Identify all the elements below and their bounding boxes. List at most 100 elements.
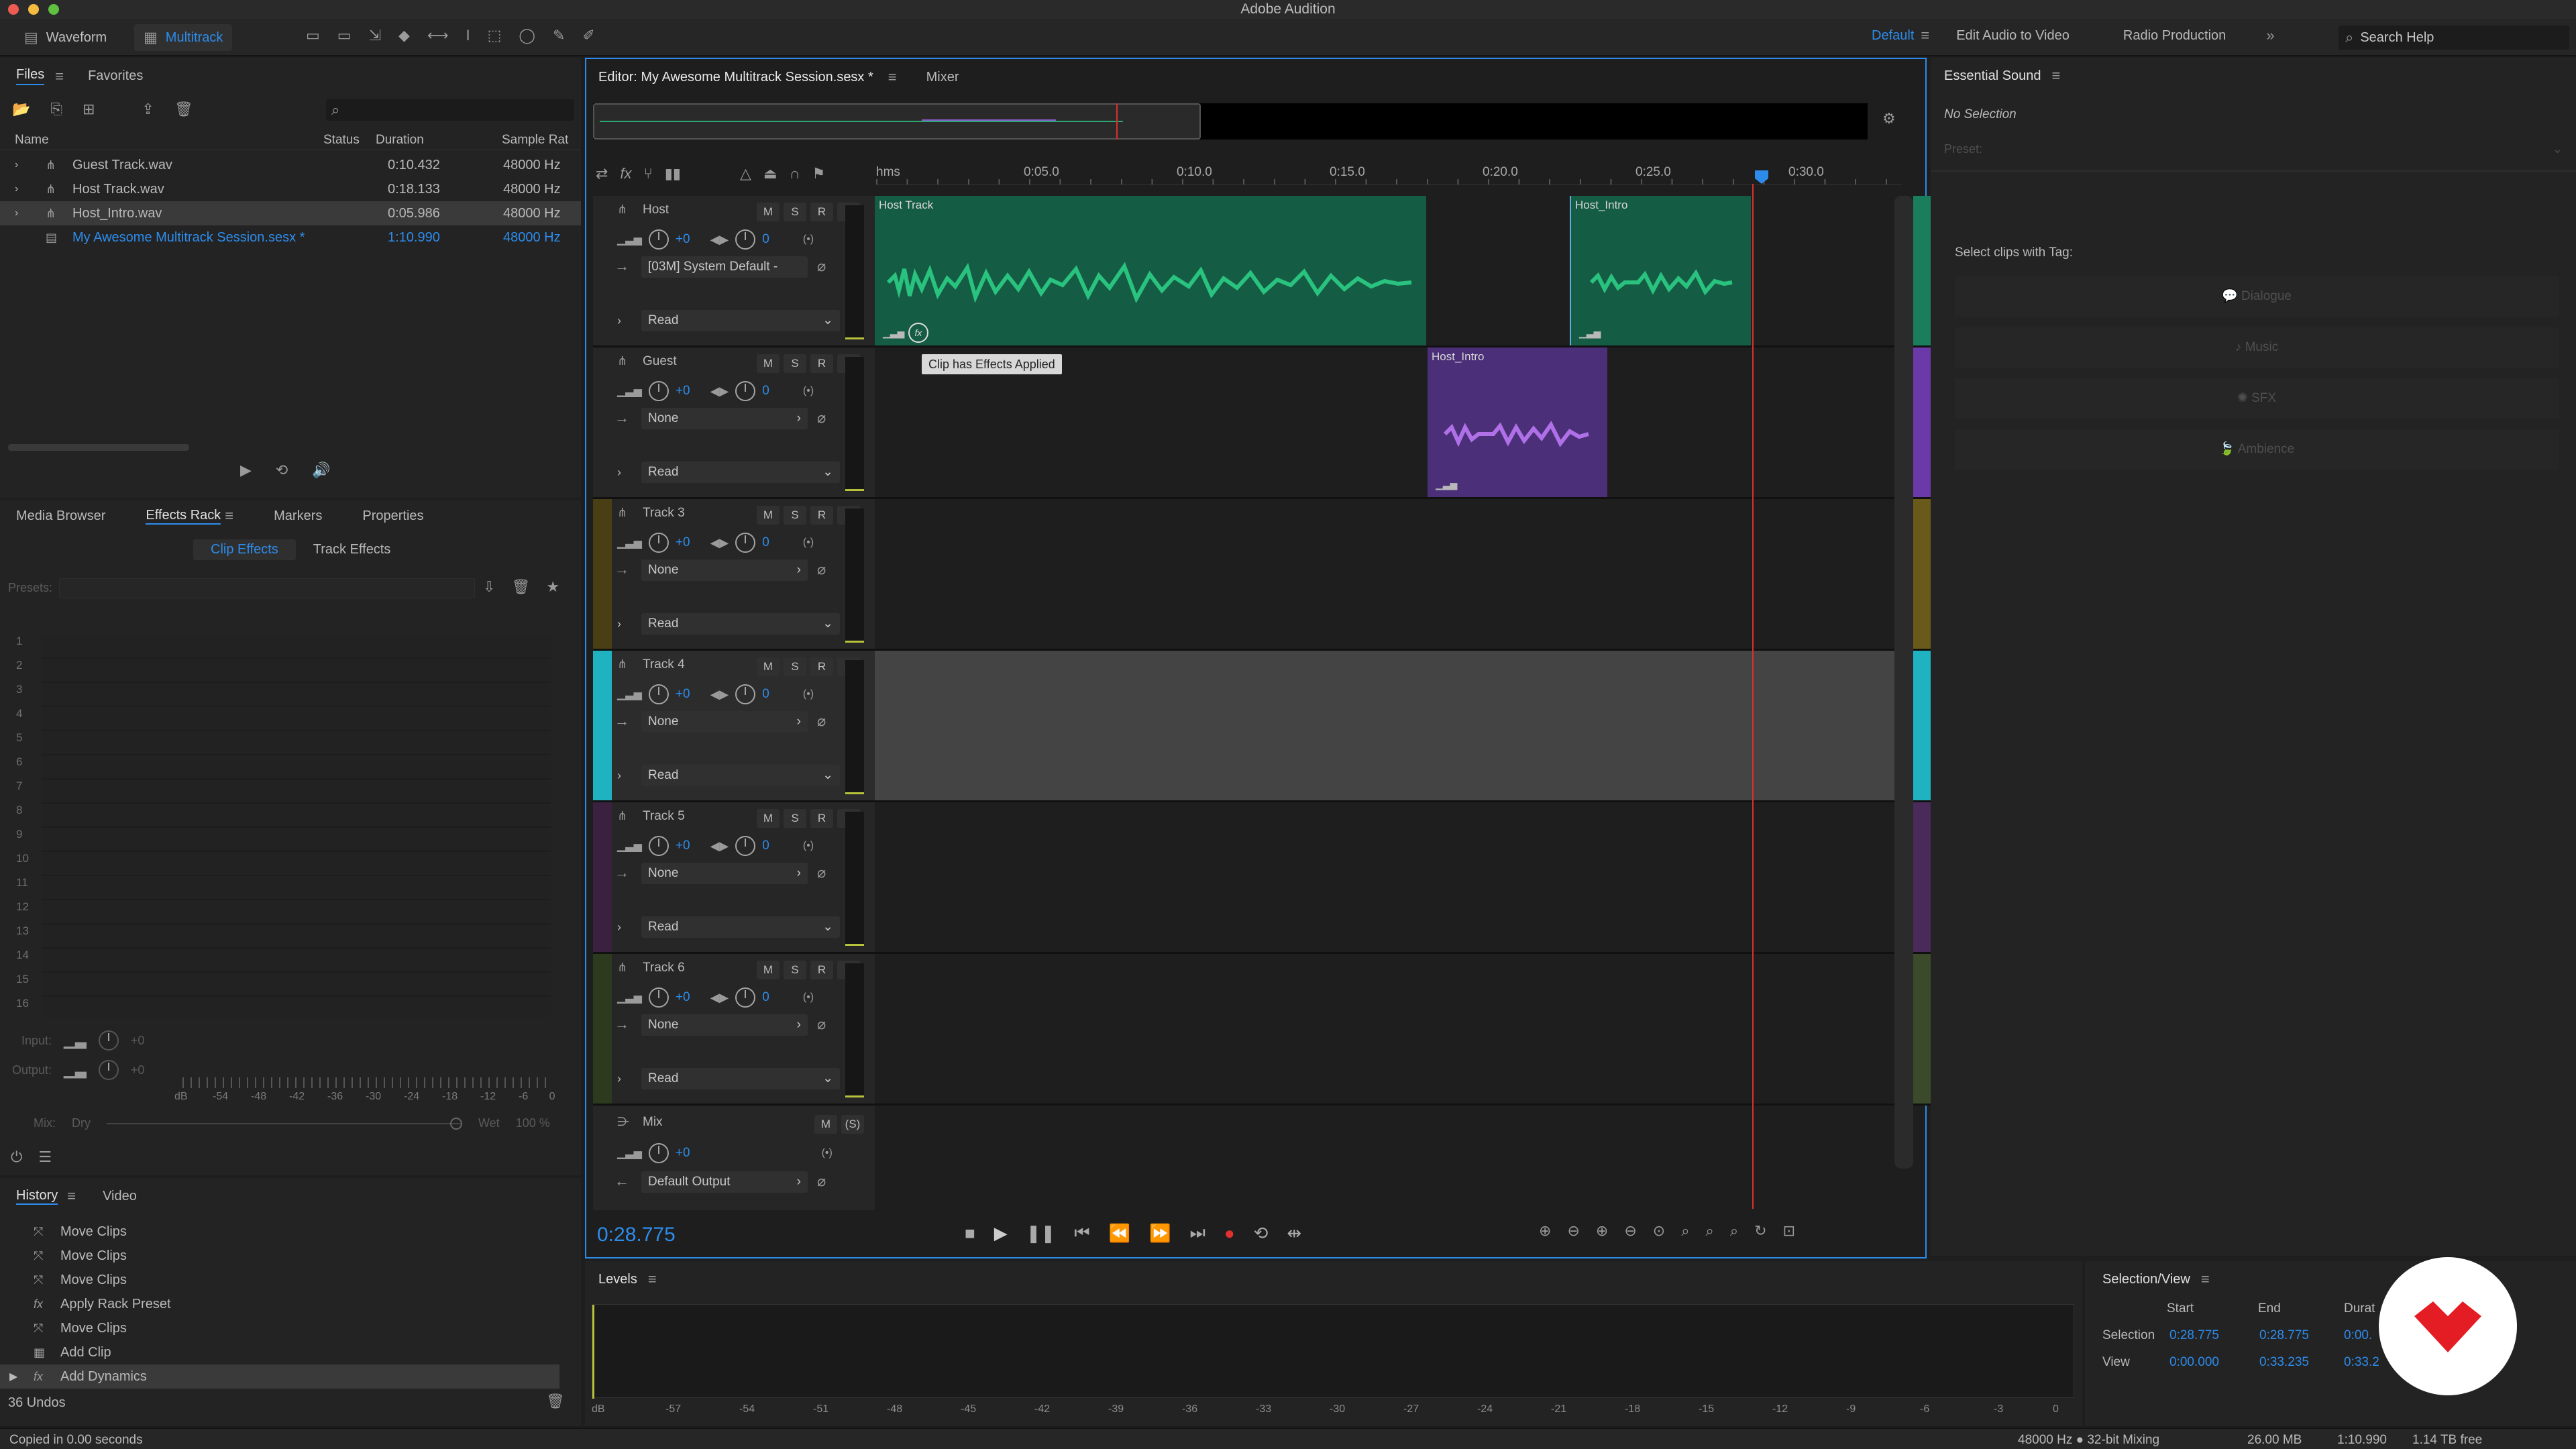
input-gain-knob[interactable] xyxy=(98,1030,119,1051)
column-status[interactable]: Status xyxy=(323,133,360,148)
play-icon[interactable]: ▶ xyxy=(994,1223,1008,1244)
expand-track-icon[interactable]: › xyxy=(617,1072,621,1086)
track-input-select[interactable]: None › xyxy=(641,559,808,581)
clear-history-icon[interactable]: 🗑 xyxy=(546,1393,565,1410)
track-name[interactable]: Track 6 xyxy=(643,961,685,975)
column-sample-rate[interactable]: Sample Rat xyxy=(502,133,568,148)
stereo-icon[interactable]: (•) xyxy=(803,688,814,700)
solo-button[interactable]: S xyxy=(784,354,806,373)
tab-properties[interactable]: Properties xyxy=(362,508,423,524)
track-name[interactable]: Mix xyxy=(643,1115,663,1130)
list-item[interactable]: › ⋔ Host Track.wav 0:18.133 48000 Hz xyxy=(0,177,581,201)
stereo-icon[interactable]: (•) xyxy=(803,385,814,397)
volume-value[interactable]: +0 xyxy=(676,687,690,702)
zoom-full-icon[interactable]: ⊡ xyxy=(1783,1222,1795,1240)
track-name[interactable]: Host xyxy=(643,203,669,217)
pan-value[interactable]: 0 xyxy=(762,990,769,1005)
clip-host-intro[interactable]: Host_Intro ▁▃▅ xyxy=(1570,196,1751,345)
phase-icon[interactable]: ⌀ xyxy=(817,561,826,578)
tab-favorites[interactable]: Favorites xyxy=(88,68,143,84)
volume-value[interactable]: +0 xyxy=(676,990,690,1005)
zoom-in-point-icon[interactable]: ⌕ xyxy=(1681,1222,1689,1240)
zoom-out-point-icon[interactable]: ⌕ xyxy=(1706,1222,1714,1240)
tab-files[interactable]: Files xyxy=(16,67,45,85)
new-file-icon[interactable]: ⊞ xyxy=(83,101,95,118)
pan-knob[interactable] xyxy=(735,533,756,553)
spectral-display-icon[interactable]: ▭ xyxy=(306,27,320,44)
zoom-in-time-icon[interactable]: ⊕ xyxy=(1596,1222,1608,1240)
spectral-pitch-icon[interactable]: ▭ xyxy=(337,27,352,44)
track-input-select[interactable]: None › xyxy=(641,863,808,884)
power-icon[interactable]: ⏻ xyxy=(11,1148,22,1166)
stereo-icon[interactable]: (•) xyxy=(803,991,814,1004)
track-name[interactable]: Track 3 xyxy=(643,506,685,521)
record-arm-button[interactable]: R xyxy=(810,809,833,828)
list-item[interactable]: ⤧ Move Clips xyxy=(0,1316,559,1340)
track-name[interactable]: Track 4 xyxy=(643,657,685,672)
mute-button[interactable]: M xyxy=(757,961,780,979)
automation-mode-select[interactable]: Read ⌄ xyxy=(641,916,840,938)
skip-selection-icon[interactable]: ⇹ xyxy=(1287,1223,1301,1244)
volume-knob[interactable] xyxy=(648,1143,669,1163)
loop-playback-icon[interactable]: ⇄ xyxy=(596,165,608,182)
tag-music-button[interactable]: ♪ Music xyxy=(1955,327,2559,368)
pan-value[interactable]: 0 xyxy=(762,232,769,247)
mute-button[interactable]: M xyxy=(814,1115,837,1134)
auto-play-icon[interactable]: 🔊 xyxy=(312,462,330,479)
automation-mode-select[interactable]: Read ⌄ xyxy=(641,310,840,331)
effects-rack-menu-icon[interactable]: ≡ xyxy=(225,507,233,525)
eq-icon[interactable]: ▮▮ xyxy=(665,165,681,182)
volume-knob[interactable] xyxy=(648,684,669,704)
volume-value[interactable]: +0 xyxy=(676,535,690,550)
solo-button[interactable]: S xyxy=(784,961,806,979)
mute-button[interactable]: M xyxy=(757,506,780,525)
volume-value[interactable]: +0 xyxy=(676,839,690,853)
save-preset-icon[interactable]: ⇩ xyxy=(483,578,495,596)
open-folder-icon[interactable]: 📂 xyxy=(12,101,30,118)
pan-knob[interactable] xyxy=(735,381,756,401)
zoom-navigator-icon[interactable]: ⚙ xyxy=(1882,110,1896,127)
input-monitor-icon[interactable]: ⏏ xyxy=(763,165,777,182)
pan-knob[interactable] xyxy=(735,684,756,704)
selection-end-value[interactable]: 0:28.775 xyxy=(2259,1328,2309,1343)
column-name[interactable]: Name xyxy=(15,133,49,148)
record-arm-button[interactable]: R xyxy=(810,657,833,676)
history-menu-icon[interactable]: ≡ xyxy=(67,1187,76,1205)
files-search-input[interactable]: ⌕ xyxy=(326,99,574,121)
mix-output-select[interactable]: Default Output › xyxy=(641,1171,808,1193)
pan-knob[interactable] xyxy=(735,229,756,250)
search-help-field[interactable]: ⌕ Search Help xyxy=(2339,25,2569,50)
lasso-tool-icon[interactable]: ◯ xyxy=(519,27,535,44)
tab-markers[interactable]: Markers xyxy=(274,508,322,524)
razor-tool-icon[interactable]: ◆ xyxy=(398,27,410,44)
clip-fx-badge-icon[interactable]: fx xyxy=(908,323,928,343)
skip-to-start-icon[interactable]: ⏮ xyxy=(1074,1222,1089,1244)
expand-track-icon[interactable]: › xyxy=(617,769,621,783)
tab-clip-effects[interactable]: Clip Effects xyxy=(193,539,296,560)
list-item[interactable]: ⤧ Move Clips xyxy=(0,1268,559,1292)
solo-button[interactable]: S xyxy=(784,506,806,525)
editor-menu-icon[interactable]: ≡ xyxy=(888,68,897,86)
import-file-icon[interactable]: ⎘ xyxy=(50,101,62,118)
delete-preset-icon[interactable]: 🗑 xyxy=(511,578,530,596)
zoom-selection-icon[interactable]: ⊙ xyxy=(1653,1222,1665,1240)
presets-dropdown[interactable] xyxy=(59,578,475,598)
effect-slot-list[interactable] xyxy=(42,635,551,1018)
metronome-icon[interactable]: △ xyxy=(740,165,751,182)
stereo-icon[interactable]: (•) xyxy=(803,840,814,852)
session-overview[interactable] xyxy=(593,103,1868,140)
volume-value[interactable]: +0 xyxy=(676,1146,690,1161)
view-start-value[interactable]: 0:00.000 xyxy=(2169,1355,2219,1370)
stereo-icon[interactable]: (•) xyxy=(803,233,814,246)
files-panel-menu-icon[interactable]: ≡ xyxy=(55,68,64,85)
stereo-icon[interactable]: (•) xyxy=(803,537,814,549)
multitrack-button[interactable]: ▦ Multitrack xyxy=(134,24,233,51)
pan-value[interactable]: 0 xyxy=(762,839,769,853)
record-arm-button[interactable]: R xyxy=(810,506,833,525)
selection-start-value[interactable]: 0:28.775 xyxy=(2169,1328,2219,1343)
selection-view-menu-icon[interactable]: ≡ xyxy=(2201,1271,2210,1288)
list-item[interactable]: ▤ My Awesome Multitrack Session.sesx * 1… xyxy=(0,225,581,250)
sends-icon[interactable]: ⑂ xyxy=(644,165,653,182)
workspace-edit-audio-to-video[interactable]: Edit Audio to Video xyxy=(1956,28,2070,44)
view-duration-value[interactable]: 0:33.2 xyxy=(2344,1355,2379,1370)
